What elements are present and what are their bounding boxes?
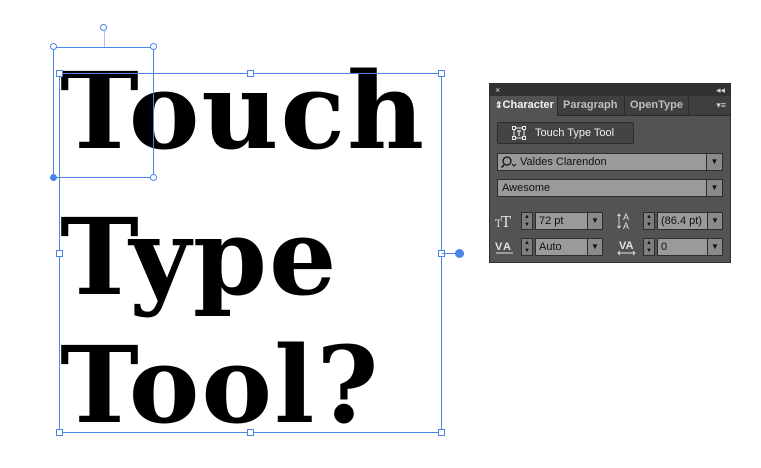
- tab-paragraph[interactable]: Paragraph: [558, 96, 625, 115]
- frame-handle-top-middle[interactable]: [247, 70, 254, 77]
- character-panel: × ◂◂ ⇕Character Paragraph OpenType ▾≡ To…: [489, 83, 731, 263]
- leading-field[interactable]: (86.4 pt) ▼: [657, 212, 723, 230]
- leading-stepper[interactable]: ▲ ▼: [643, 212, 655, 230]
- chevron-down-icon[interactable]: ▼: [587, 239, 602, 255]
- kerning-stepper[interactable]: ▲ ▼: [521, 238, 533, 256]
- svg-text:V: V: [495, 241, 503, 253]
- kerning-value: Auto: [539, 241, 562, 253]
- frame-handle-bottom-right[interactable]: [438, 429, 445, 436]
- kerning-icon: V A: [495, 238, 515, 256]
- character-baseline-handle[interactable]: [50, 174, 57, 181]
- search-icon: [501, 156, 517, 169]
- frame-handle-bottom-middle[interactable]: [247, 429, 254, 436]
- stepper-down-icon[interactable]: ▼: [522, 247, 532, 255]
- close-icon[interactable]: ×: [495, 84, 500, 96]
- font-size-stepper[interactable]: ▲ ▼: [521, 212, 533, 230]
- font-family-value: Valdes Clarendon: [520, 156, 607, 168]
- stepper-up-icon[interactable]: ▲: [644, 239, 654, 247]
- stepper-down-icon[interactable]: ▼: [644, 221, 654, 229]
- tracking-field[interactable]: 0 ▼: [657, 238, 723, 256]
- touch-type-tool-button[interactable]: Touch Type Tool: [497, 122, 634, 144]
- tab-opentype[interactable]: OpenType: [625, 96, 689, 115]
- collapse-icon[interactable]: ◂◂: [716, 84, 725, 96]
- tab-label: OpenType: [630, 99, 683, 111]
- svg-text:A: A: [503, 241, 511, 253]
- font-size-icon: T T: [495, 212, 515, 231]
- panel-menu-icon[interactable]: ▾≡: [716, 96, 726, 115]
- svg-text:T: T: [501, 213, 511, 230]
- font-style-dropdown[interactable]: Awesome ▼: [497, 179, 723, 197]
- font-size-field[interactable]: 72 pt ▼: [535, 212, 603, 230]
- svg-text:A: A: [623, 221, 629, 230]
- panel-tab-bar: ⇕Character Paragraph OpenType ▾≡: [490, 96, 730, 116]
- chevron-down-icon[interactable]: ▼: [706, 154, 722, 170]
- stepper-down-icon[interactable]: ▼: [644, 247, 654, 255]
- font-style-value: Awesome: [502, 182, 551, 194]
- character-scale-handle-top-right[interactable]: [150, 43, 157, 50]
- leading-value: (86.4 pt): [661, 215, 702, 227]
- stepper-down-icon[interactable]: ▼: [522, 221, 532, 229]
- leading-icon: A A: [617, 212, 637, 231]
- rotate-handle-stem: [104, 31, 105, 47]
- chevron-down-icon[interactable]: ▼: [707, 213, 722, 229]
- character-bounding-box[interactable]: [53, 47, 154, 178]
- tab-label: Character: [502, 99, 554, 111]
- frame-handle-bottom-left[interactable]: [56, 429, 63, 436]
- touch-type-icon: [512, 126, 526, 140]
- stepper-up-icon[interactable]: ▲: [522, 213, 532, 221]
- character-scale-handle-top-left[interactable]: [50, 43, 57, 50]
- stepper-up-icon[interactable]: ▲: [522, 239, 532, 247]
- touch-type-label: Touch Type Tool: [535, 127, 615, 139]
- frame-handle-top-right[interactable]: [438, 70, 445, 77]
- svg-text:VA: VA: [619, 240, 634, 252]
- chevron-down-icon[interactable]: ▼: [706, 180, 722, 196]
- character-scale-handle-bottom-right[interactable]: [150, 174, 157, 181]
- tracking-icon: VA: [617, 238, 637, 256]
- tracking-value: 0: [661, 241, 668, 253]
- tab-label: Paragraph: [563, 99, 618, 111]
- font-family-dropdown[interactable]: Valdes Clarendon ▼: [497, 153, 723, 171]
- chevron-down-icon[interactable]: ▼: [707, 239, 722, 255]
- character-rotate-handle[interactable]: [100, 24, 107, 31]
- stepper-up-icon[interactable]: ▲: [644, 213, 654, 221]
- tab-character[interactable]: ⇕Character: [490, 96, 558, 116]
- frame-handle-middle-left[interactable]: [56, 250, 63, 257]
- frame-out-port[interactable]: [455, 249, 464, 258]
- panel-titlebar: × ◂◂: [490, 84, 730, 96]
- tracking-stepper[interactable]: ▲ ▼: [643, 238, 655, 256]
- chevron-down-icon[interactable]: ▼: [587, 213, 602, 229]
- font-size-value: 72 pt: [539, 215, 564, 227]
- kerning-field[interactable]: Auto ▼: [535, 238, 603, 256]
- tab-sort-icon: ⇕: [495, 100, 503, 110]
